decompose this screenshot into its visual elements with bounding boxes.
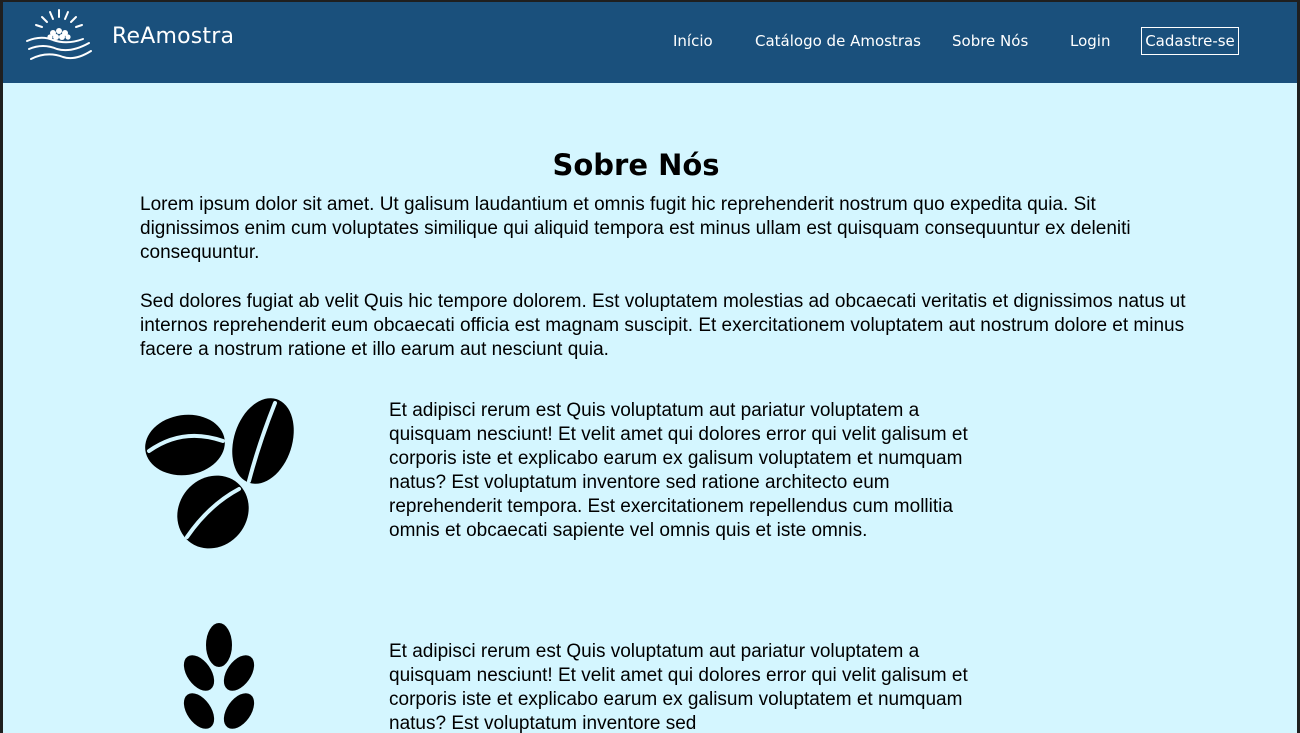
intro-paragraph-1: Lorem ipsum dolor sit amet. Ut galisum l… [140,194,1131,263]
nav-sobre[interactable]: Sobre Nós [952,32,1028,50]
nav-inicio[interactable]: Início [673,32,713,50]
wheat-icon [183,623,255,729]
feature-text-1: Et adipisci rerum est Quis voluptatum au… [389,400,968,541]
coffee-beans-icon [145,398,294,549]
intro-paragraph-2: Sed dolores fugiat ab velit Quis hic tem… [140,291,1186,360]
page-frame: ReAmostra Início Catálogo de Amostras So… [3,2,1297,733]
nav-login[interactable]: Login [1070,32,1110,50]
brand-name[interactable]: ReAmostra [112,24,234,49]
sun-hand-grains-icon[interactable] [23,7,95,67]
page-title: Sobre Nós [552,148,720,183]
nav-catalogo[interactable]: Catálogo de Amostras [755,32,921,50]
top-navbar: ReAmostra Início Catálogo de Amostras So… [3,2,1297,83]
signup-button[interactable]: Cadastre-se [1141,27,1239,55]
feature-text-2: Et adipisci rerum est Quis voluptatum au… [389,641,968,733]
